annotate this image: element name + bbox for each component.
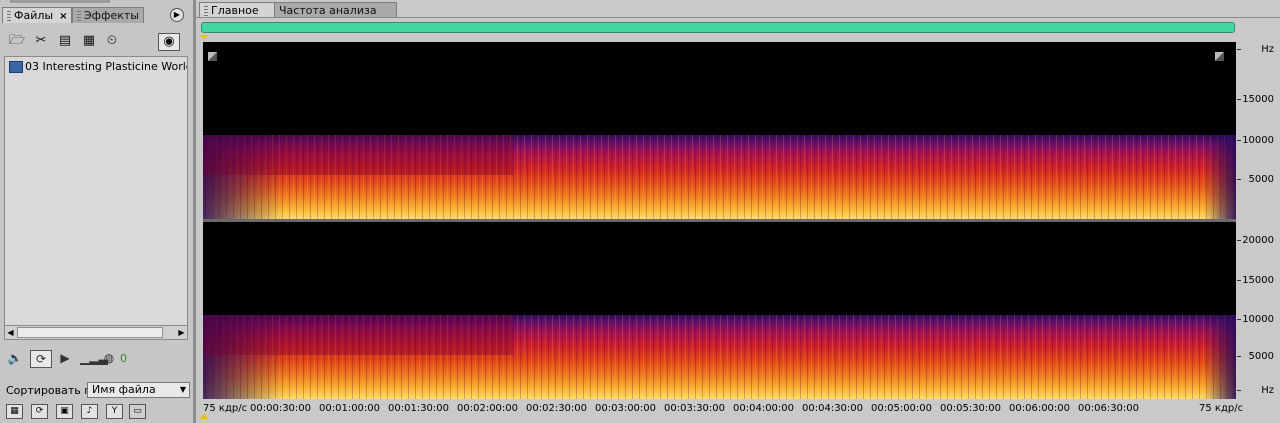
zoom-corner-left-icon[interactable] [208,52,217,61]
y-tick-mark [1237,140,1241,141]
tab-files[interactable]: Файлы × [2,7,73,23]
spectrogram-channel-right[interactable] [203,222,1236,399]
scroll-left-icon[interactable]: ◀ [5,326,16,339]
x-end-label: 75 кдр/с [1199,403,1244,414]
y-tick-mark [1237,99,1241,100]
overview-progress-bar[interactable] [201,22,1235,33]
spectral-fade-out [1204,135,1236,219]
x-tick-label: 00:04:00:00 [733,403,795,414]
tab-effects-label: Эффекты [84,9,139,22]
filter-audio-icon[interactable]: ▦ [6,404,23,419]
volume-value: 0 [120,352,127,365]
y-tick-mark [1237,49,1241,50]
filter-loop-icon[interactable]: ⟳ [31,404,48,419]
spectral-shade [203,315,513,355]
x-tick-label: 00:01:00:00 [319,403,381,414]
y-tick-mark [1237,319,1241,320]
y-tick-mark [1237,280,1241,281]
frequency-axis-left: Hz 15000 10000 5000 [1237,42,1277,219]
x-tick-label: 00:02:00:00 [457,403,519,414]
frequency-axis-right: 20000 15000 10000 5000 Hz [1237,222,1277,399]
x-tick-label: 00:00:30:00 [250,403,312,414]
filter-video-icon[interactable]: ▣ [56,404,73,419]
sort-select[interactable]: Имя файла ▼ [87,382,190,398]
zoom-corner-right-icon[interactable] [1215,52,1224,61]
y-tick-label: 5000 [1248,174,1274,185]
x-tick-label: 00:03:30:00 [664,403,726,414]
spectrogram-channel-left[interactable] [203,42,1236,219]
spectral-shade [203,135,513,175]
playhead-bottom-icon[interactable] [200,413,208,419]
y-tick-mark [1237,179,1241,180]
loop-icon[interactable]: ⟳ [30,350,52,368]
spectrogram-view[interactable] [203,42,1236,399]
y-tick-label: 20000 [1242,235,1274,246]
spectral-fade-out [1204,315,1236,399]
x-tick-label: 00:03:00:00 [595,403,657,414]
tab-frequency-analysis-label: Частота анализа [279,4,377,17]
x-tick-label: 00:05:30:00 [940,403,1002,414]
x-tick-label: 00:04:30:00 [802,403,864,414]
panel-grip[interactable] [10,0,110,3]
filter-midi-icon[interactable]: ♪ [81,404,98,419]
insert-cd-icon[interactable]: ▦ [80,33,98,49]
files-panel: Файлы × Эффекты ▶ 🗁 ✂ ▤ ▦ ⏲ ◉ 03 Interest… [0,0,193,423]
filter-extra-icon[interactable]: ▭ [129,404,146,419]
x-tick-label: 00:02:30:00 [526,403,588,414]
filter-show-icon[interactable]: Y [106,404,123,419]
open-file-icon[interactable]: 🗁 [8,33,26,49]
file-name: 03 Interesting Plasticine Worlds.mp3 [25,60,187,73]
x-tick-label: 00:06:00:00 [1009,403,1071,414]
show-only-icon[interactable]: ◉ [158,33,180,51]
play-icon[interactable]: ▶ [56,350,74,366]
tab-grip-icon [7,11,11,21]
file-list[interactable]: 03 Interesting Plasticine Worlds.mp3 [4,56,188,326]
panel-menu-icon[interactable]: ▶ [170,8,184,22]
tab-effects[interactable]: Эффекты [72,7,144,23]
tab-grip-icon [77,11,81,21]
horizontal-scrollbar[interactable]: ◀ ▶ [4,325,188,340]
volume-bars-icon: ▁▂▃ [80,351,108,365]
tab-main[interactable]: Главное [199,2,279,18]
y-tick-label: 15000 [1242,275,1274,286]
audio-file-icon [9,61,23,73]
x-tick-label: 00:05:00:00 [871,403,933,414]
scroll-thumb[interactable] [17,327,163,338]
editor-panel: Главное Частота анализа Hz 15000 10000 5… [196,0,1280,423]
volume-knob-icon[interactable]: ◍ [100,350,118,366]
scroll-right-icon[interactable]: ▶ [176,326,187,339]
tab-main-label: Главное [211,4,259,17]
x-tick-label: 00:01:30:00 [388,403,450,414]
y-tick-label: Hz [1261,44,1274,55]
playhead-top-icon[interactable] [200,35,208,40]
close-file-icon[interactable]: ✂ [32,33,50,49]
y-tick-label: 10000 [1242,135,1274,146]
y-tick-label: 5000 [1248,351,1274,362]
tab-divider [196,17,1280,18]
tab-files-label: Файлы [14,9,54,22]
y-tick-mark [1237,356,1241,357]
x-tick-label: 00:06:30:00 [1078,403,1140,414]
y-tick-label: Hz [1261,385,1274,396]
chevron-down-icon: ▼ [179,385,186,394]
tab-grip-icon [204,6,208,16]
close-tab-icon[interactable]: × [59,11,67,22]
autoplay-icon[interactable]: ⏲ [103,33,121,49]
y-tick-label: 15000 [1242,94,1274,105]
sort-select-value: Имя файла [92,383,156,396]
y-tick-mark [1237,390,1241,391]
time-axis[interactable]: 75 кдр/с 00:00:30:00 00:01:00:00 00:01:3… [200,399,1243,423]
y-tick-label: 10000 [1242,314,1274,325]
y-tick-mark [1237,240,1241,241]
insert-multitrack-icon[interactable]: ▤ [56,33,74,49]
preview-volume-icon[interactable]: 🔈 [6,350,24,366]
tab-frequency-analysis[interactable]: Частота анализа [274,2,397,18]
x-start-label: 75 кдр/с [203,403,248,414]
